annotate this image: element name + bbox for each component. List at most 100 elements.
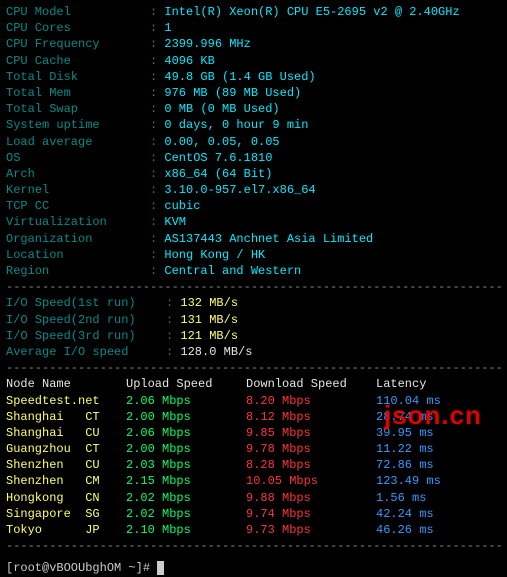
sysinfo-row: Arch: x86_64 (64 Bit) [6, 166, 501, 182]
sysinfo-value: 0 days, 0 hour 9 min [164, 118, 308, 132]
io-value: 132 MB/s [180, 296, 238, 310]
sysinfo-row: CPU Cores: 1 [6, 20, 501, 36]
col-header-upload: Upload Speed [126, 376, 246, 392]
sysinfo-value: cubic [164, 199, 200, 213]
node-name: Speedtest.net [6, 393, 126, 409]
sysinfo-row: System uptime: 0 days, 0 hour 9 min [6, 117, 501, 133]
io-label: I/O Speed(3rd run) [6, 328, 166, 344]
node-name: Shenzhen CM [6, 473, 126, 489]
col-header-latency: Latency [376, 376, 426, 392]
sysinfo-row: Kernel: 3.10.0-957.el7.x86_64 [6, 182, 501, 198]
download-speed: 8.20 Mbps [246, 393, 376, 409]
sysinfo-value: 4096 KB [164, 54, 214, 68]
sysinfo-row: CPU Cache: 4096 KB [6, 53, 501, 69]
latency: 11.22 ms [376, 441, 434, 457]
sysinfo-value: 0 MB (0 MB Used) [164, 102, 279, 116]
divider-line: ----------------------------------------… [6, 360, 501, 376]
sysinfo-value: Central and Western [164, 264, 301, 278]
sysinfo-row: Organization: AS137443 Anchnet Asia Limi… [6, 231, 501, 247]
io-label: I/O Speed(1st run) [6, 295, 166, 311]
node-name: Singapore SG [6, 506, 126, 522]
sysinfo-label: Total Mem [6, 85, 150, 101]
upload-speed: 2.00 Mbps [126, 409, 246, 425]
sysinfo-value: CentOS 7.6.1810 [164, 151, 272, 165]
download-speed: 8.28 Mbps [246, 457, 376, 473]
node-name: Shanghai CT [6, 409, 126, 425]
sysinfo-row: Total Mem: 976 MB (89 MB Used) [6, 85, 501, 101]
io-value: 121 MB/s [180, 329, 238, 343]
sysinfo-value: 976 MB (89 MB Used) [164, 86, 301, 100]
shell-prompt[interactable]: [root@vBOOUbghOM ~]# [6, 560, 501, 576]
sysinfo-label: CPU Cores [6, 20, 150, 36]
col-header-download: Download Speed [246, 376, 376, 392]
sysinfo-label: Virtualization [6, 214, 150, 230]
sysinfo-label: Organization [6, 231, 150, 247]
io-row: I/O Speed(2nd run): 131 MB/s [6, 312, 501, 328]
io-value: 128.0 MB/s [180, 345, 252, 359]
download-speed: 9.85 Mbps [246, 425, 376, 441]
latency: 46.26 ms [376, 522, 434, 538]
watermark-text: json.cn [384, 398, 482, 433]
col-header-node: Node Name [6, 376, 126, 392]
sysinfo-value: 3.10.0-957.el7.x86_64 [164, 183, 315, 197]
sysinfo-row: Location: Hong Kong / HK [6, 247, 501, 263]
io-value: 131 MB/s [180, 313, 238, 327]
sysinfo-row: Total Disk: 49.8 GB (1.4 GB Used) [6, 69, 501, 85]
sysinfo-row: Total Swap: 0 MB (0 MB Used) [6, 101, 501, 117]
download-speed: 10.05 Mbps [246, 473, 376, 489]
sysinfo-label: TCP CC [6, 198, 150, 214]
divider-line: ----------------------------------------… [6, 538, 501, 554]
speedtest-header: Node NameUpload SpeedDownload SpeedLaten… [6, 376, 501, 392]
upload-speed: 2.03 Mbps [126, 457, 246, 473]
sysinfo-value: Intel(R) Xeon(R) CPU E5-2695 v2 @ 2.40GH… [164, 5, 459, 19]
sysinfo-row: OS: CentOS 7.6.1810 [6, 150, 501, 166]
sysinfo-label: Total Swap [6, 101, 150, 117]
sysinfo-row: Region: Central and Western [6, 263, 501, 279]
sysinfo-value: x86_64 (64 Bit) [164, 167, 272, 181]
download-speed: 8.12 Mbps [246, 409, 376, 425]
sysinfo-row: TCP CC: cubic [6, 198, 501, 214]
latency: 42.24 ms [376, 506, 434, 522]
upload-speed: 2.10 Mbps [126, 522, 246, 538]
latency: 123.49 ms [376, 473, 441, 489]
sysinfo-label: CPU Frequency [6, 36, 150, 52]
sysinfo-label: CPU Model [6, 4, 150, 20]
upload-speed: 2.02 Mbps [126, 490, 246, 506]
io-label: I/O Speed(2nd run) [6, 312, 166, 328]
speedtest-row: Tokyo JP2.10 Mbps9.73 Mbps46.26 ms [6, 522, 501, 538]
node-name: Guangzhou CT [6, 441, 126, 457]
latency: 72.86 ms [376, 457, 434, 473]
io-row: I/O Speed(1st run): 132 MB/s [6, 295, 501, 311]
download-speed: 9.78 Mbps [246, 441, 376, 457]
sysinfo-label: Region [6, 263, 150, 279]
sysinfo-label: System uptime [6, 117, 150, 133]
speedtest-row: Shenzhen CM2.15 Mbps10.05 Mbps123.49 ms [6, 473, 501, 489]
node-name: Hongkong CN [6, 490, 126, 506]
download-speed: 9.73 Mbps [246, 522, 376, 538]
sysinfo-row: Load average: 0.00, 0.05, 0.05 [6, 134, 501, 150]
sysinfo-label: CPU Cache [6, 53, 150, 69]
sysinfo-label: OS [6, 150, 150, 166]
upload-speed: 2.06 Mbps [126, 393, 246, 409]
speedtest-row: Hongkong CN2.02 Mbps9.88 Mbps1.56 ms [6, 490, 501, 506]
sysinfo-value: 2399.996 MHz [164, 37, 250, 51]
download-speed: 9.88 Mbps [246, 490, 376, 506]
node-name: Tokyo JP [6, 522, 126, 538]
io-label: Average I/O speed [6, 344, 166, 360]
sysinfo-row: CPU Model: Intel(R) Xeon(R) CPU E5-2695 … [6, 4, 501, 20]
latency: 1.56 ms [376, 490, 426, 506]
upload-speed: 2.06 Mbps [126, 425, 246, 441]
sysinfo-value: 49.8 GB (1.4 GB Used) [164, 70, 315, 84]
speedtest-row: Shenzhen CU2.03 Mbps8.28 Mbps72.86 ms [6, 457, 501, 473]
sysinfo-value: 1 [164, 21, 171, 35]
sysinfo-value: KVM [164, 215, 186, 229]
upload-speed: 2.00 Mbps [126, 441, 246, 457]
system-info-block: CPU Model: Intel(R) Xeon(R) CPU E5-2695 … [6, 4, 501, 279]
sysinfo-row: CPU Frequency: 2399.996 MHz [6, 36, 501, 52]
io-row: Average I/O speed: 128.0 MB/s [6, 344, 501, 360]
node-name: Shenzhen CU [6, 457, 126, 473]
io-row: I/O Speed(3rd run): 121 MB/s [6, 328, 501, 344]
divider-line: ----------------------------------------… [6, 279, 501, 295]
sysinfo-value: 0.00, 0.05, 0.05 [164, 135, 279, 149]
sysinfo-label: Kernel [6, 182, 150, 198]
